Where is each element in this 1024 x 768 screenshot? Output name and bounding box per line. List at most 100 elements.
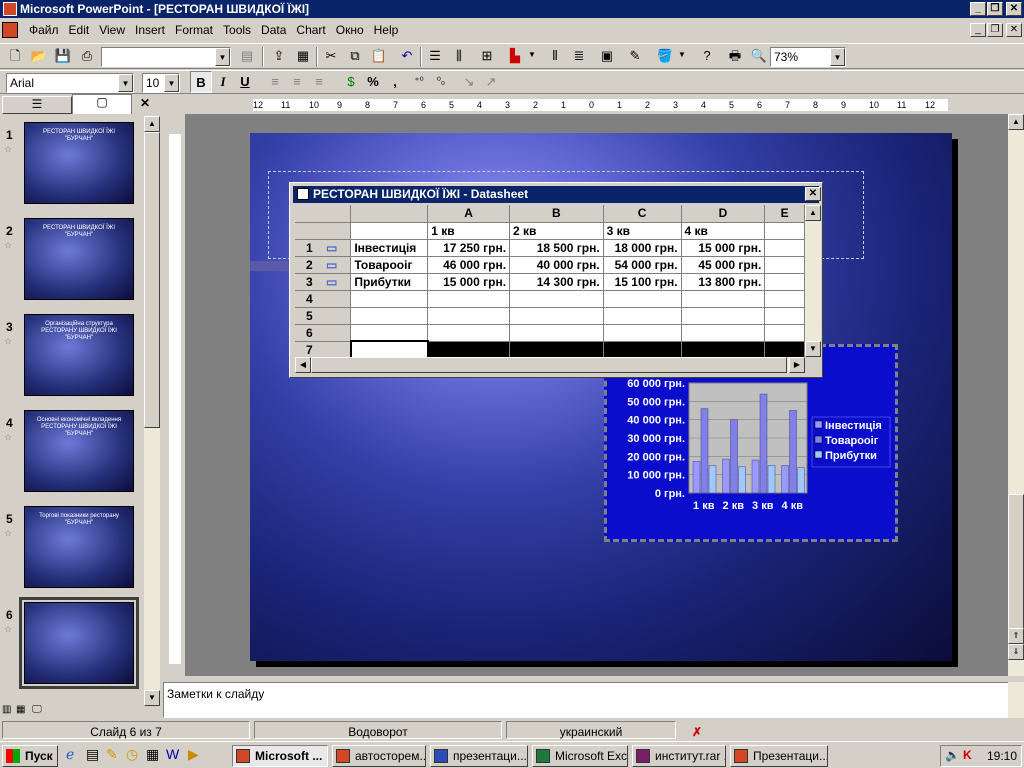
row-header[interactable]: 6 xyxy=(295,324,352,342)
scroll-up-icon[interactable]: ▲ xyxy=(805,205,821,221)
series-name-cell[interactable]: Інвестиція xyxy=(350,239,429,257)
datasheet-vscroll[interactable]: ▲ ▼ xyxy=(805,205,821,357)
datasheet-cell[interactable] xyxy=(603,341,682,357)
bold-button[interactable]: B xyxy=(190,71,212,93)
menu-item[interactable]: Data xyxy=(256,19,291,41)
scroll-thumb[interactable] xyxy=(1008,494,1024,640)
series-name-cell[interactable] xyxy=(350,290,429,308)
datasheet-cell[interactable] xyxy=(764,239,805,257)
workspace-scrollbar[interactable]: ▲ ⇑ ⇓ xyxy=(1008,114,1024,676)
outline-tab[interactable]: ☰ xyxy=(2,96,72,114)
datasheet-cell[interactable] xyxy=(764,222,805,240)
category-cell[interactable]: 1 кв xyxy=(427,222,511,240)
taskbar-button[interactable]: Microsoft ... xyxy=(232,745,328,767)
format-object-icon[interactable]: ▤ xyxy=(236,45,258,67)
datasheet-cell[interactable] xyxy=(427,341,511,357)
menu-item[interactable]: Tools xyxy=(218,19,256,41)
scroll-thumb[interactable] xyxy=(144,132,160,428)
data-table-icon[interactable]: ⊞ xyxy=(476,45,498,67)
zoom-preview-icon[interactable]: 🔍 xyxy=(748,45,770,67)
datasheet-titlebar[interactable]: РЕСТОРАН ШВИДКОЇ ЇЖІ - Datasheet ✕ xyxy=(293,186,821,203)
font-combo[interactable]: Arial ▼ xyxy=(6,73,134,93)
menu-item[interactable]: Файл xyxy=(24,19,64,41)
category-gridlines-icon[interactable]: ⦀ xyxy=(544,45,566,67)
series-name-cell[interactable]: Товарооіг xyxy=(350,256,429,274)
sorter-view-icon[interactable]: ▦ xyxy=(16,704,25,715)
menu-item[interactable]: Insert xyxy=(130,19,170,41)
category-cell[interactable]: 4 кв xyxy=(681,222,766,240)
currency-icon[interactable]: $ xyxy=(340,71,362,93)
fill-color-icon[interactable]: 🪣 xyxy=(654,45,676,67)
antivirus-icon[interactable]: K xyxy=(963,748,972,762)
close-pane-icon[interactable]: ✕ xyxy=(140,96,150,110)
chart-objects-combo[interactable]: ▼ xyxy=(101,47,231,67)
underline-button[interactable]: U xyxy=(234,71,256,93)
pen-icon[interactable]: ✎ xyxy=(106,746,118,763)
datasheet-cell[interactable]: 45 000 грн. xyxy=(681,256,766,274)
normal-view-icon[interactable]: ▥ xyxy=(2,704,11,715)
slide-thumbnail[interactable]: РЕСТОРАН ШВИДКОЇ ЇЖІ "БУРЧАН" xyxy=(24,122,134,204)
datasheet-cell[interactable] xyxy=(509,290,604,308)
datasheet-hscroll[interactable]: ◀ ▶ xyxy=(295,357,805,373)
datasheet-cell[interactable]: 15 000 грн. xyxy=(681,239,766,257)
datasheet-cell[interactable] xyxy=(509,307,604,325)
datasheet-cell[interactable]: 15 000 грн. xyxy=(427,273,511,291)
scroll-right-icon[interactable]: ▶ xyxy=(789,357,805,373)
datasheet-cell[interactable] xyxy=(764,256,805,274)
save-icon[interactable]: 💾 xyxy=(52,45,74,67)
taskbar-button[interactable]: Презентаци... xyxy=(730,745,828,767)
drawing-icon[interactable]: ✎ xyxy=(624,45,646,67)
datasheet-table[interactable]: ABCDE1 кв 2 кв 3 кв 4 кв 1 ▭ Інвестиція 17 250… xyxy=(295,205,805,357)
datasheet-cell[interactable] xyxy=(603,307,682,325)
copy-icon[interactable]: ⧉ xyxy=(344,45,366,67)
slide-thumbnail[interactable]: Основні економічні вкладення РЕСТОРАНУ Ш… xyxy=(24,410,134,492)
prev-slide-icon[interactable]: ⇑ xyxy=(1008,628,1024,644)
taskbar-button[interactable]: Microsoft Excel xyxy=(532,745,628,767)
zoom-combo[interactable]: 73% ▼ xyxy=(770,47,846,67)
datasheet-cell[interactable] xyxy=(764,290,805,308)
notes-pane[interactable]: Заметки к слайду xyxy=(163,682,1021,718)
increase-decimal-icon[interactable]: ⁺⁰ xyxy=(408,71,430,93)
ie-icon[interactable]: ℯ xyxy=(66,746,74,763)
datasheet-grid[interactable]: ABCDE1 кв 2 кв 3 кв 4 кв 1 ▭ Інвестиція 17 250… xyxy=(295,205,805,357)
chevron-down-icon[interactable]: ▼ xyxy=(528,50,536,59)
datasheet-close-button[interactable]: ✕ xyxy=(805,187,821,201)
series-name-cell[interactable] xyxy=(350,324,429,342)
help-icon[interactable]: ? xyxy=(696,45,718,67)
datasheet-cell[interactable]: 15 100 грн. xyxy=(603,273,682,291)
import-file-icon[interactable]: ⇪ xyxy=(268,45,290,67)
notes-scrollbar[interactable] xyxy=(1008,682,1024,718)
datasheet-cell[interactable]: 40 000 грн. xyxy=(509,256,604,274)
taskbar-button[interactable]: институт.rar ... xyxy=(632,745,726,767)
angle-text-down-icon[interactable]: ↘ xyxy=(458,71,480,93)
datasheet-cell[interactable] xyxy=(681,290,766,308)
datasheet-cell[interactable] xyxy=(509,341,604,357)
datasheet-cell[interactable] xyxy=(350,222,429,240)
row-header[interactable] xyxy=(295,222,352,240)
menu-item[interactable]: Chart xyxy=(291,19,330,41)
column-header[interactable]: B xyxy=(509,205,604,223)
datasheet-cell[interactable] xyxy=(427,290,511,308)
column-header[interactable]: C xyxy=(603,205,682,223)
comma-button[interactable]: , xyxy=(384,71,406,93)
category-cell[interactable]: 3 кв xyxy=(603,222,682,240)
slides-tab[interactable]: ▢ xyxy=(72,94,132,114)
print-icon[interactable]: 🖶 xyxy=(724,45,746,67)
chart-type-icon[interactable]: ▙ xyxy=(504,45,526,67)
document-icon[interactable] xyxy=(2,22,18,38)
datasheet-cell[interactable] xyxy=(681,324,766,342)
datasheet-cell[interactable] xyxy=(681,341,766,357)
row-header[interactable]: 4 xyxy=(295,290,352,308)
menu-item[interactable]: Edit xyxy=(64,19,95,41)
paste-icon[interactable]: 📋 xyxy=(368,45,390,67)
menu-item[interactable]: Окно xyxy=(331,19,369,41)
calendar-icon[interactable]: ▦ xyxy=(146,746,159,763)
clock-time[interactable]: 19:10 xyxy=(987,749,1017,763)
slide-thumbnail[interactable]: Організаційна структура РЕСТОРАНУ ШВИДКО… xyxy=(24,314,134,396)
datasheet-cell[interactable] xyxy=(764,307,805,325)
clock-icon[interactable]: ◷ xyxy=(126,746,138,763)
speaker-icon[interactable]: 🔈 xyxy=(945,748,960,762)
taskbar-button[interactable]: презентаци... xyxy=(430,745,528,767)
value-gridlines-icon[interactable]: ≣ xyxy=(568,45,590,67)
select-all-corner[interactable] xyxy=(295,205,352,223)
